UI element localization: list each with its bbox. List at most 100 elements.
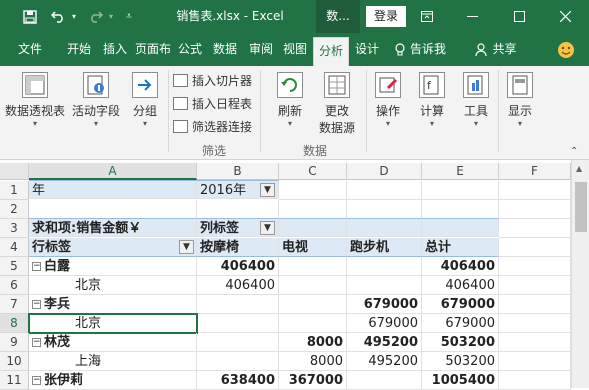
scrollbar-thumb[interactable] xyxy=(575,182,587,232)
cell[interactable] xyxy=(279,181,347,200)
row-header[interactable]: 9 xyxy=(0,333,29,352)
total-cell[interactable]: 679000 xyxy=(422,295,499,314)
column-item-header[interactable]: 电视 xyxy=(279,238,347,257)
column-filter-dropdown-icon[interactable]: ▼ xyxy=(260,221,275,235)
tab-formulas[interactable]: 公式 xyxy=(174,33,206,66)
cell[interactable] xyxy=(499,333,571,352)
value-cell[interactable]: 495200 xyxy=(347,352,422,371)
total-cell[interactable]: 503200 xyxy=(422,352,499,371)
value-cell[interactable]: 406400 xyxy=(197,257,279,276)
tab-insert[interactable]: 插入 xyxy=(98,33,132,66)
row-item-label[interactable]: 北京 xyxy=(29,276,197,295)
cell[interactable] xyxy=(347,218,422,237)
undo-dropdown-icon[interactable]: ▾ xyxy=(68,0,80,33)
ribbon-display-options-icon[interactable] xyxy=(417,0,437,33)
cell[interactable] xyxy=(499,352,571,371)
row-header[interactable]: 1 xyxy=(0,181,29,200)
row-header[interactable]: 6 xyxy=(0,276,29,295)
value-cell[interactable] xyxy=(197,295,279,314)
row-header[interactable]: 10 xyxy=(0,352,29,371)
tab-analyze[interactable]: 分析 xyxy=(313,37,349,66)
total-cell[interactable]: 406400 xyxy=(422,276,499,295)
value-cell[interactable] xyxy=(279,295,347,314)
customize-qat-icon[interactable]: ⩡ xyxy=(122,0,136,33)
row-filter-dropdown-icon[interactable]: ▼ xyxy=(179,240,194,254)
insert-slicer-button[interactable]: 插入切片器 xyxy=(173,70,252,90)
grand-total-header[interactable]: 总计 xyxy=(422,238,499,257)
undo-icon[interactable] xyxy=(48,0,68,33)
value-cell[interactable]: 8000 xyxy=(279,333,347,352)
value-cell[interactable] xyxy=(347,371,422,390)
cell[interactable] xyxy=(279,218,347,237)
refresh-button[interactable]: 刷新 ▾ xyxy=(272,72,308,129)
row-group-label[interactable]: − 张伊莉 xyxy=(29,371,197,390)
tab-file[interactable]: 文件 xyxy=(12,33,48,66)
worksheet-grid[interactable]: A B C D E F 1 年 2016年 ▼ 2 3 求和项:销售金额￥ 列标… xyxy=(0,160,589,390)
cell[interactable] xyxy=(499,295,571,314)
calculations-button[interactable]: f 计算 ▾ xyxy=(416,72,448,129)
row-item-label[interactable]: 上海 xyxy=(29,352,197,371)
total-cell[interactable]: 1005400 xyxy=(422,371,499,390)
column-labels-header[interactable]: 列标签 ▼ xyxy=(197,218,279,237)
filter-connections-button[interactable]: 筛选器连接 xyxy=(173,116,252,136)
collapse-icon[interactable]: − xyxy=(32,262,41,271)
report-filter-label[interactable]: 年 xyxy=(29,180,197,199)
total-cell[interactable]: 679000 xyxy=(422,314,499,333)
close-icon[interactable] xyxy=(555,0,575,33)
row-header[interactable]: 4 xyxy=(0,238,29,257)
tell-me-box[interactable]: 告诉我 xyxy=(390,33,450,66)
column-item-header[interactable]: 按摩椅 xyxy=(197,238,279,257)
row-labels-header[interactable]: 行标签 ▼ xyxy=(29,238,197,257)
cell[interactable] xyxy=(422,218,499,237)
value-cell[interactable]: 367000 xyxy=(279,371,347,390)
tab-view[interactable]: 视图 xyxy=(279,33,311,66)
cell[interactable] xyxy=(499,219,571,238)
pivot-table-button[interactable]: 数据透视表 ▾ xyxy=(4,72,66,129)
maximize-icon[interactable] xyxy=(509,0,529,33)
value-cell[interactable] xyxy=(197,352,279,371)
column-header-c[interactable]: C xyxy=(279,163,347,180)
actions-button[interactable]: 操作 ▾ xyxy=(372,72,404,129)
column-header-f[interactable]: F xyxy=(499,163,571,180)
tab-home[interactable]: 开始 xyxy=(62,33,96,66)
column-header-a[interactable]: A xyxy=(29,163,197,180)
row-header[interactable]: 5 xyxy=(0,257,29,276)
value-cell[interactable] xyxy=(279,314,347,333)
cell[interactable] xyxy=(422,181,499,200)
value-cell[interactable] xyxy=(279,257,347,276)
tools-button[interactable]: 工具 ▾ xyxy=(460,72,492,129)
active-field-button[interactable]: 活动字段 ▾ xyxy=(70,72,122,129)
cell[interactable] xyxy=(499,200,571,219)
value-cell[interactable]: 495200 xyxy=(347,333,422,352)
value-cell[interactable] xyxy=(279,276,347,295)
cell[interactable] xyxy=(347,200,422,219)
show-button[interactable]: 显示 ▾ xyxy=(504,72,536,129)
collapse-icon[interactable]: − xyxy=(32,376,41,385)
scroll-up-icon[interactable]: ▲ xyxy=(576,164,582,173)
collapse-ribbon-icon[interactable]: ⌃ xyxy=(570,146,578,157)
value-cell[interactable]: 8000 xyxy=(279,352,347,371)
tab-design[interactable]: 设计 xyxy=(350,33,384,66)
value-cell[interactable]: 638400 xyxy=(197,371,279,390)
value-cell[interactable]: 679000 xyxy=(347,295,422,314)
cell[interactable] xyxy=(279,200,347,219)
row-header[interactable]: 7 xyxy=(0,295,29,314)
value-cell[interactable] xyxy=(347,276,422,295)
row-header[interactable]: 11 xyxy=(0,371,29,390)
cell[interactable] xyxy=(347,181,422,200)
row-group-label[interactable]: − 林茂 xyxy=(29,333,197,352)
row-group-label[interactable]: − 白露 xyxy=(29,257,197,276)
value-cell[interactable]: 679000 xyxy=(347,314,422,333)
select-all-corner[interactable] xyxy=(0,163,29,180)
share-button[interactable]: 共享 xyxy=(467,33,525,66)
cell[interactable] xyxy=(499,314,571,333)
redo-icon[interactable] xyxy=(86,0,106,33)
group-button[interactable]: 分组 ▾ xyxy=(128,72,162,129)
value-cell[interactable] xyxy=(347,257,422,276)
report-filter-value[interactable]: 2016年 ▼ xyxy=(197,180,279,199)
row-header[interactable]: 8 xyxy=(0,314,29,333)
row-header[interactable]: 2 xyxy=(0,200,29,219)
column-item-header[interactable]: 跑步机 xyxy=(347,238,422,257)
cell[interactable] xyxy=(422,200,499,219)
feedback-smiley-icon[interactable] xyxy=(553,33,579,66)
